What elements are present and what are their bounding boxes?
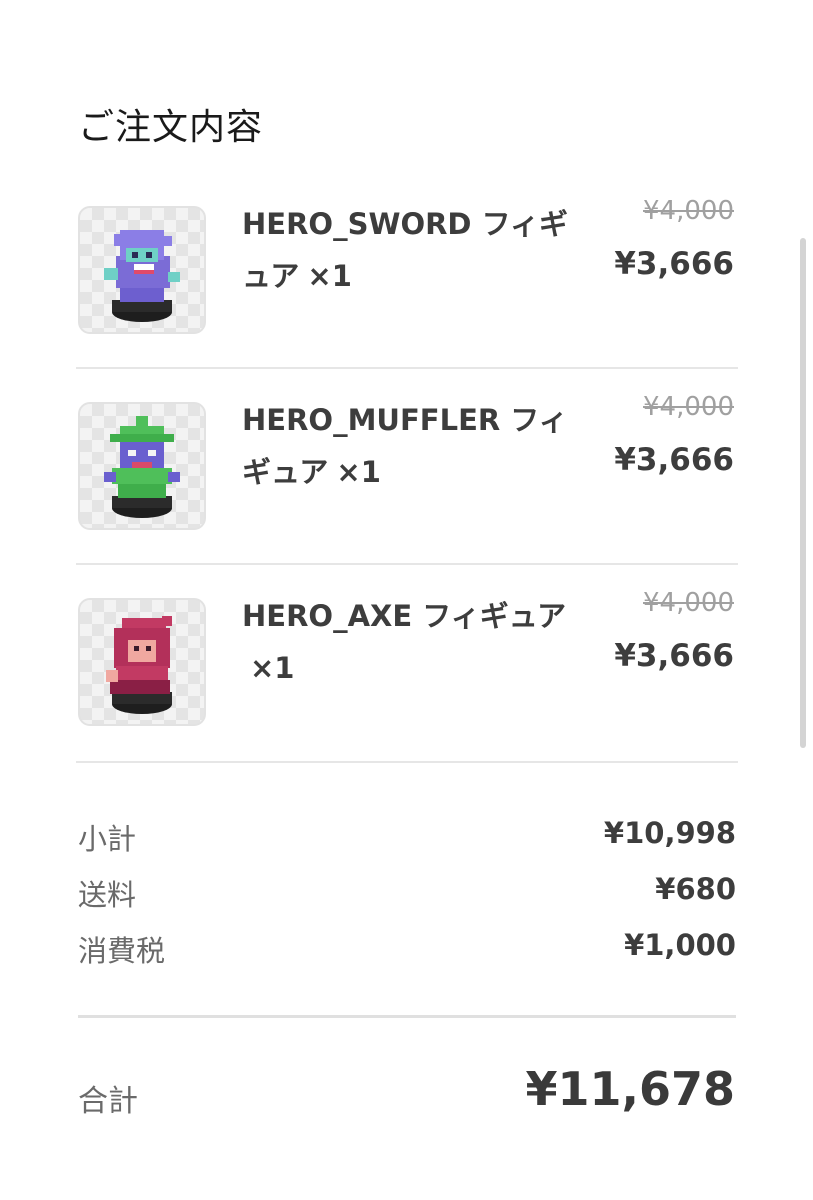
- shipping-value: ¥680: [655, 872, 736, 906]
- red-hood-figure-icon: [78, 598, 206, 726]
- item-name-text: HERO_AXE フィギュア: [242, 599, 567, 633]
- order-item: HERO_MUFFLER フィギュア ×1 ¥4,000 ¥3,666: [78, 374, 738, 570]
- item-quantity: ×1: [307, 259, 352, 293]
- item-original-price: ¥4,000: [643, 588, 734, 618]
- scrollbar[interactable]: [800, 238, 806, 748]
- order-summary-page: ご注文内容 HERO_SWORD フィギュア ×1 ¥4,000 ¥3,666 …: [0, 0, 813, 1200]
- total-label: 合計: [78, 1084, 138, 1119]
- subtotal-row: 小計 ¥10,998: [78, 816, 736, 862]
- item-name: HERO_SWORD フィギュア ×1: [242, 198, 572, 302]
- item-quantity: ×1: [336, 455, 381, 489]
- item-price: ¥3,666: [614, 246, 734, 282]
- item-price: ¥3,666: [614, 442, 734, 478]
- item-quantity: ×1: [250, 651, 295, 685]
- tax-value: ¥1,000: [624, 928, 736, 962]
- item-name-text: HERO_MUFFLER フィギュア: [242, 403, 568, 489]
- subtotal-value: ¥10,998: [603, 816, 736, 850]
- shipping-label: 送料: [78, 878, 137, 912]
- item-divider: [76, 563, 738, 565]
- order-item: HERO_SWORD フィギュア ×1 ¥4,000 ¥3,666: [78, 178, 738, 374]
- item-divider: [76, 761, 738, 763]
- item-original-price: ¥4,000: [643, 392, 734, 422]
- shipping-row: 送料 ¥680: [78, 872, 736, 918]
- item-price: ¥3,666: [614, 638, 734, 674]
- green-hat-figure-icon: [78, 402, 206, 530]
- item-name: HERO_AXE フィギュア ×1: [242, 590, 572, 694]
- total-value: ¥11,678: [525, 1062, 735, 1116]
- item-divider: [76, 367, 738, 369]
- subtotal-label: 小計: [78, 822, 137, 856]
- tax-row: 消費税 ¥1,000: [78, 928, 736, 974]
- item-original-price: ¥4,000: [643, 196, 734, 226]
- tax-label: 消費税: [78, 934, 166, 968]
- page-title: ご注文内容: [78, 107, 264, 148]
- purple-knight-figure-icon: [78, 206, 206, 334]
- item-name: HERO_MUFFLER フィギュア ×1: [242, 394, 572, 498]
- summary-divider: [78, 1015, 736, 1018]
- item-name-text: HERO_SWORD フィギュア: [242, 207, 569, 293]
- order-item: HERO_AXE フィギュア ×1 ¥4,000 ¥3,666: [78, 570, 738, 766]
